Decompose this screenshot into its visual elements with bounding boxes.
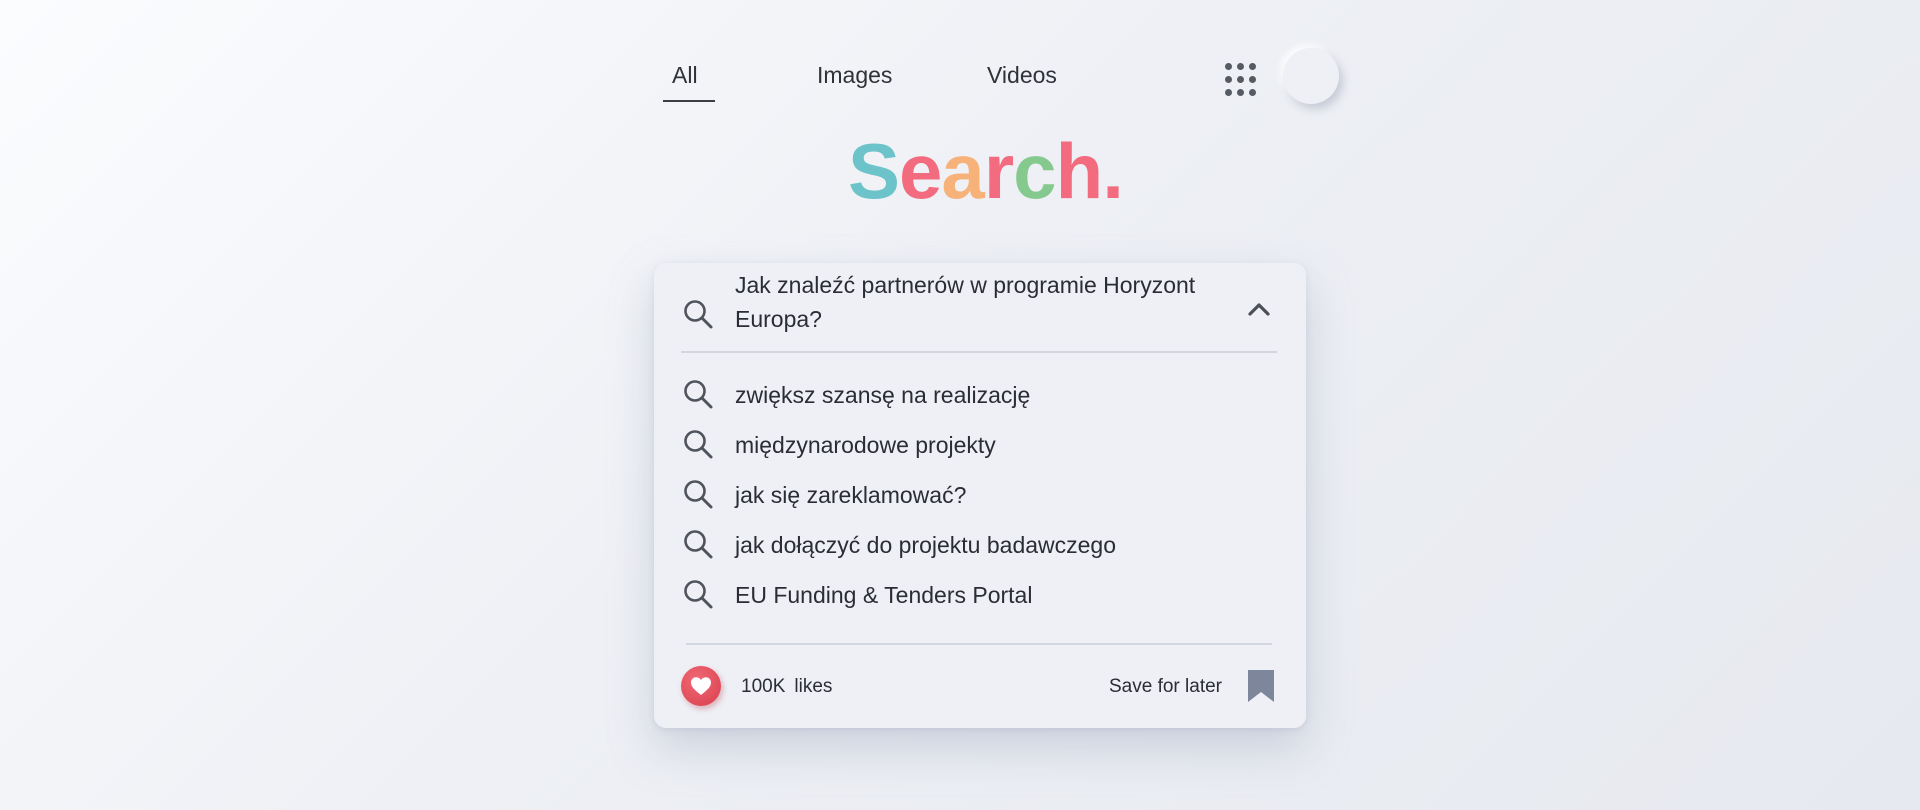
search-icon <box>684 530 713 559</box>
suggestion-label: zwiększ szansę na realizację <box>735 382 1031 408</box>
divider <box>681 351 1277 353</box>
avatar[interactable] <box>1283 48 1339 104</box>
tab-all[interactable]: All <box>663 62 714 102</box>
suggestion-item[interactable]: międzynarodowe projekty <box>682 423 1242 467</box>
search-icon <box>684 380 713 409</box>
suggestion-label: jak dołączyć do projektu badawczego <box>735 532 1117 558</box>
suggestion-item[interactable]: zwiększ szansę na realizację <box>682 373 1242 417</box>
suggestion-label: EU Funding & Tenders Portal <box>735 582 1033 608</box>
save-for-later-button[interactable]: Save for later <box>1109 676 1222 698</box>
search-query[interactable]: Jak znaleźć partnerów w programie Horyzo… <box>735 268 1205 336</box>
search-icon <box>684 300 713 329</box>
search-logo: Search. <box>848 127 1124 215</box>
suggestion-item[interactable]: EU Funding & Tenders Portal <box>682 573 1242 617</box>
like-button[interactable] <box>681 666 721 706</box>
search-icon <box>684 430 713 459</box>
suggestion-label: międzynarodowe projekty <box>735 432 996 458</box>
logo-letter: r <box>983 127 1014 215</box>
logo-letter: h <box>1055 127 1104 215</box>
suggestion-item[interactable]: jak dołączyć do projektu badawczego <box>682 523 1242 567</box>
tab-videos[interactable]: Videos <box>987 62 1057 89</box>
suggestion-label: jak się zareklamować? <box>735 482 967 508</box>
search-icon <box>684 480 713 509</box>
likes-count: 100K <box>741 676 786 697</box>
search-card: Jak znaleźć partnerów w programie Horyzo… <box>654 263 1306 728</box>
search-icon <box>684 580 713 609</box>
likes-unit: likes <box>794 676 833 697</box>
logo-letter: S <box>848 127 900 215</box>
chevron-up-icon[interactable] <box>1247 301 1271 317</box>
suggestion-item[interactable]: jak się zareklamować? <box>682 473 1242 517</box>
heart-icon <box>691 677 711 695</box>
bookmark-icon[interactable] <box>1246 669 1276 703</box>
logo-letter: . <box>1102 127 1124 215</box>
logo-letter: a <box>941 127 984 215</box>
tab-images[interactable]: Images <box>817 62 892 89</box>
likes-counter: 100K likes <box>741 676 832 698</box>
divider <box>686 643 1272 645</box>
grid-dots-icon[interactable] <box>1225 63 1256 96</box>
logo-letter: e <box>899 127 942 215</box>
logo-letter: c <box>1013 127 1056 215</box>
